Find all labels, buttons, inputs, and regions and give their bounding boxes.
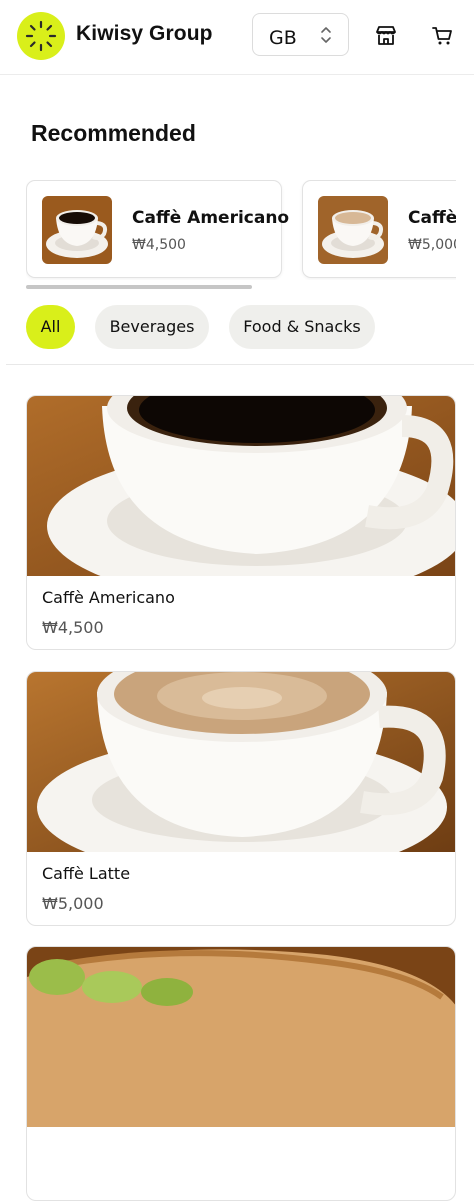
store-icon[interactable] (374, 24, 398, 48)
recommended-title: Recommended (31, 120, 196, 146)
product-card[interactable]: Caffè Latte ₩5,000 (26, 671, 456, 926)
chevron-up-down-icon (320, 25, 332, 50)
filter-chip-all[interactable]: All (26, 305, 75, 349)
recommended-item-price: ₩5,000 (408, 237, 456, 253)
recommended-carousel[interactable]: Caffè Americano ₩4,500 Caffè Latte ₩5,00… (26, 180, 456, 280)
recommended-card[interactable]: Caffè Americano ₩4,500 (26, 180, 289, 278)
product-price: ₩4,500 (42, 618, 104, 637)
filter-chip-beverages[interactable]: Beverages (95, 305, 209, 349)
region-select[interactable]: GB (252, 13, 349, 56)
product-image (27, 396, 455, 601)
product-name: Caffè Latte (42, 864, 131, 883)
recommended-card[interactable]: Caffè Latte ₩5,000 (302, 180, 456, 278)
brand-name: Kiwisy Group (76, 22, 213, 45)
product-card[interactable] (26, 946, 456, 1201)
product-thumbnail (42, 196, 112, 264)
carousel-scrollbar[interactable] (26, 285, 252, 289)
logo-icon[interactable] (17, 12, 65, 60)
product-name: Caffè Americano (42, 588, 175, 607)
app-header: Kiwisy Group GB (0, 0, 474, 75)
recommended-item-name: Caffè Latte (408, 208, 456, 228)
product-image (27, 672, 455, 877)
product-price: ₩5,000 (42, 894, 104, 913)
filter-chip-food-snacks[interactable]: Food & Snacks (229, 305, 375, 349)
recommended-item-name: Caffè Americano (132, 208, 290, 228)
product-card[interactable]: Caffè Americano ₩4,500 (26, 395, 456, 650)
cart-icon[interactable] (431, 24, 455, 48)
recommended-item-price: ₩4,500 (132, 237, 186, 253)
product-image (27, 947, 455, 1127)
product-thumbnail (318, 196, 388, 264)
divider (6, 364, 474, 365)
region-value: GB (269, 27, 297, 49)
